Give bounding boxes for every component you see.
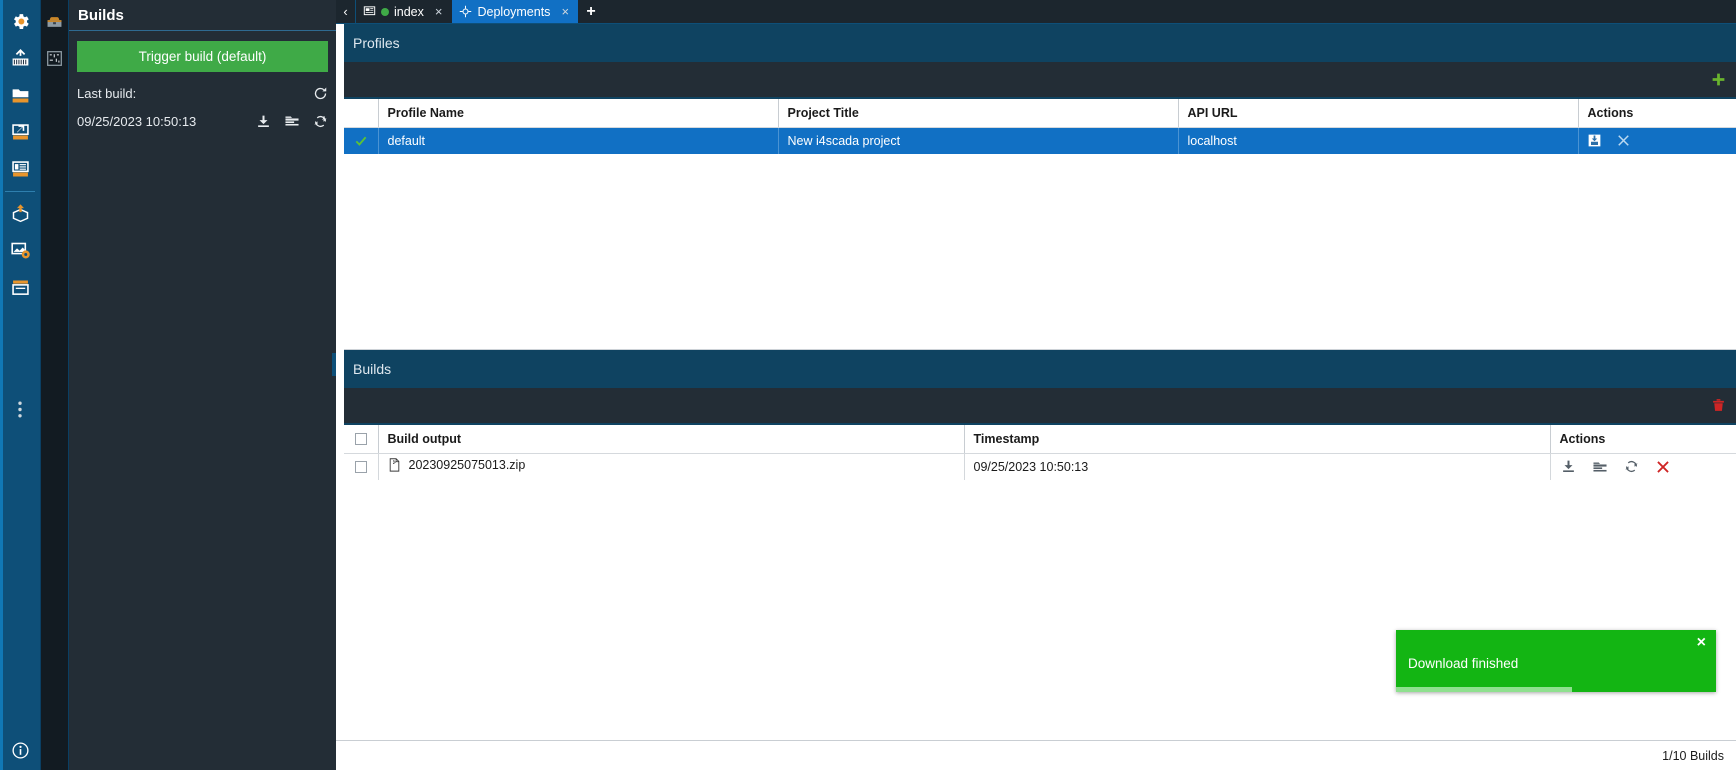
rail-divider [5,191,35,192]
builds-title: Builds [344,350,1736,388]
toast-message: Download finished [1408,656,1519,671]
toolbox-icon[interactable] [41,4,69,40]
schematic-icon[interactable] [41,40,69,76]
profile-project-title-cell: New i4scada project [778,127,1179,154]
tab-close-icon[interactable]: × [433,4,445,19]
builds-toolbar [344,388,1736,425]
delete-x-icon[interactable] [1655,459,1671,475]
new-tab-button[interactable]: + [579,0,603,23]
profiles-select-col [344,99,379,128]
profiles-col-api-url[interactable]: API URL [1178,99,1579,128]
open-folder-icon[interactable] [284,113,300,129]
tab-status-dot [381,7,389,16]
build-output-name: 20230925075013.zip [408,458,526,473]
last-build-actions: A [256,113,328,129]
builds-dock-panel: Builds Trigger build (default) Last buil… [69,0,336,770]
toast-notification: × Download finished [1396,630,1716,692]
builds-count-label: 1/10 Builds [1662,748,1724,763]
settings-gear-icon[interactable] [0,3,41,40]
deploy-package-icon[interactable] [0,195,41,232]
secondary-tool-rail [41,0,69,770]
last-build-label: Last build: [77,86,137,101]
tab-index[interactable]: index × [356,0,453,23]
profiles-col-project-title[interactable]: Project Title [778,99,1179,128]
main-area: ‹ index × Deployments × + Profiles Profi… [336,0,1736,770]
add-profile-button[interactable] [1711,72,1726,87]
tab-strip: ‹ index × Deployments × + [336,0,1736,24]
open-folder-icon[interactable] [1592,459,1608,475]
build-row-select[interactable] [344,453,379,480]
builds-col-actions: Actions [1550,425,1736,454]
zip-file-icon [388,458,401,472]
last-build-timestamp-row: 09/25/2023 10:50:13 A [77,113,328,129]
builds-header-row: Build output Timestamp Actions [344,425,1736,454]
archive-icon[interactable] [0,269,41,306]
tab-deployments[interactable]: Deployments × [452,0,580,23]
builds-select-all-col [344,425,379,454]
tab-scroll-left-icon[interactable]: ‹ [336,0,356,23]
refresh-icon[interactable] [313,86,328,101]
save-icon[interactable] [1587,133,1602,148]
download-icon[interactable] [1561,459,1576,474]
table-row[interactable]: 20230925075013.zip 09/25/2023 10:50:13 [344,453,1736,480]
build-timestamp-cell: 09/25/2023 10:50:13 [964,453,1551,480]
screen-icon [363,5,376,18]
profiles-table-head: Profile Name Project Title API URL Actio… [344,99,1736,128]
tab-close-icon[interactable]: × [559,4,571,19]
export-icon[interactable] [0,114,41,151]
restore-icon[interactable]: A [313,114,328,129]
builds-table-body: 20230925075013.zip 09/25/2023 10:50:13 [344,453,1736,480]
dock-panel-title: Builds [69,0,336,31]
dock-panel-body: Trigger build (default) Last build: 09/2… [69,31,336,129]
profiles-col-profile-name[interactable]: Profile Name [378,99,779,128]
info-icon[interactable] [0,730,41,770]
profiles-title: Profiles [344,24,1736,62]
builds-col-timestamp[interactable]: Timestamp [964,425,1551,454]
profile-active-check[interactable] [344,127,379,154]
profile-actions-cell [1578,127,1736,154]
builds-col-build-output[interactable]: Build output [378,425,965,454]
image-settings-icon[interactable] [0,232,41,269]
select-all-checkbox[interactable] [354,433,367,446]
profiles-table: Profile Name Project Title API URL Actio… [344,99,1736,154]
profiles-table-body: default New i4scada project localhost [344,127,1736,154]
tab-label: Deployments [477,4,551,19]
last-build-timestamp: 09/25/2023 10:50:13 [77,113,197,129]
row-checkbox[interactable] [354,461,367,474]
table-row[interactable]: default New i4scada project localhost [344,127,1736,154]
last-build-row: Last build: [77,86,328,101]
build-output-cell: 20230925075013.zip [378,453,965,480]
restore-icon[interactable] [1624,459,1639,474]
profile-api-url-cell: localhost [1178,127,1579,154]
check-icon [355,136,367,146]
download-icon[interactable] [256,114,271,129]
rail-more-options-icon[interactable] [0,394,41,424]
toast-close-icon[interactable]: × [1697,635,1706,651]
delete-icon[interactable] [1711,398,1726,413]
toast-progress-bar [1396,687,1572,692]
primary-icon-rail [0,0,41,770]
analytics-chart-icon[interactable] [0,40,41,77]
profiles-card: Profiles Profile Name Project Title API … [344,24,1736,350]
tab-label: index [394,4,424,19]
builds-table-head: Build output Timestamp Actions [344,425,1736,454]
profiles-col-actions: Actions [1578,99,1736,128]
profile-name-cell: default [378,127,779,154]
app-window: Builds Trigger build (default) Last buil… [0,0,1736,770]
builds-empty-space [344,480,1736,740]
profiles-empty-space [344,154,1736,350]
close-x-icon[interactable] [1616,133,1631,148]
list-icon[interactable] [0,151,41,188]
deployments-icon [459,5,472,18]
content-area: Profiles Profile Name Project Title API … [336,24,1736,740]
builds-table: Build output Timestamp Actions 202309250… [344,425,1736,480]
folder-icon[interactable] [0,77,41,114]
trigger-build-button[interactable]: Trigger build (default) [77,41,328,72]
build-actions-cell [1550,453,1736,480]
profiles-toolbar [344,62,1736,99]
profiles-header-row: Profile Name Project Title API URL Actio… [344,99,1736,128]
status-bar: 1/10 Builds [336,740,1736,770]
